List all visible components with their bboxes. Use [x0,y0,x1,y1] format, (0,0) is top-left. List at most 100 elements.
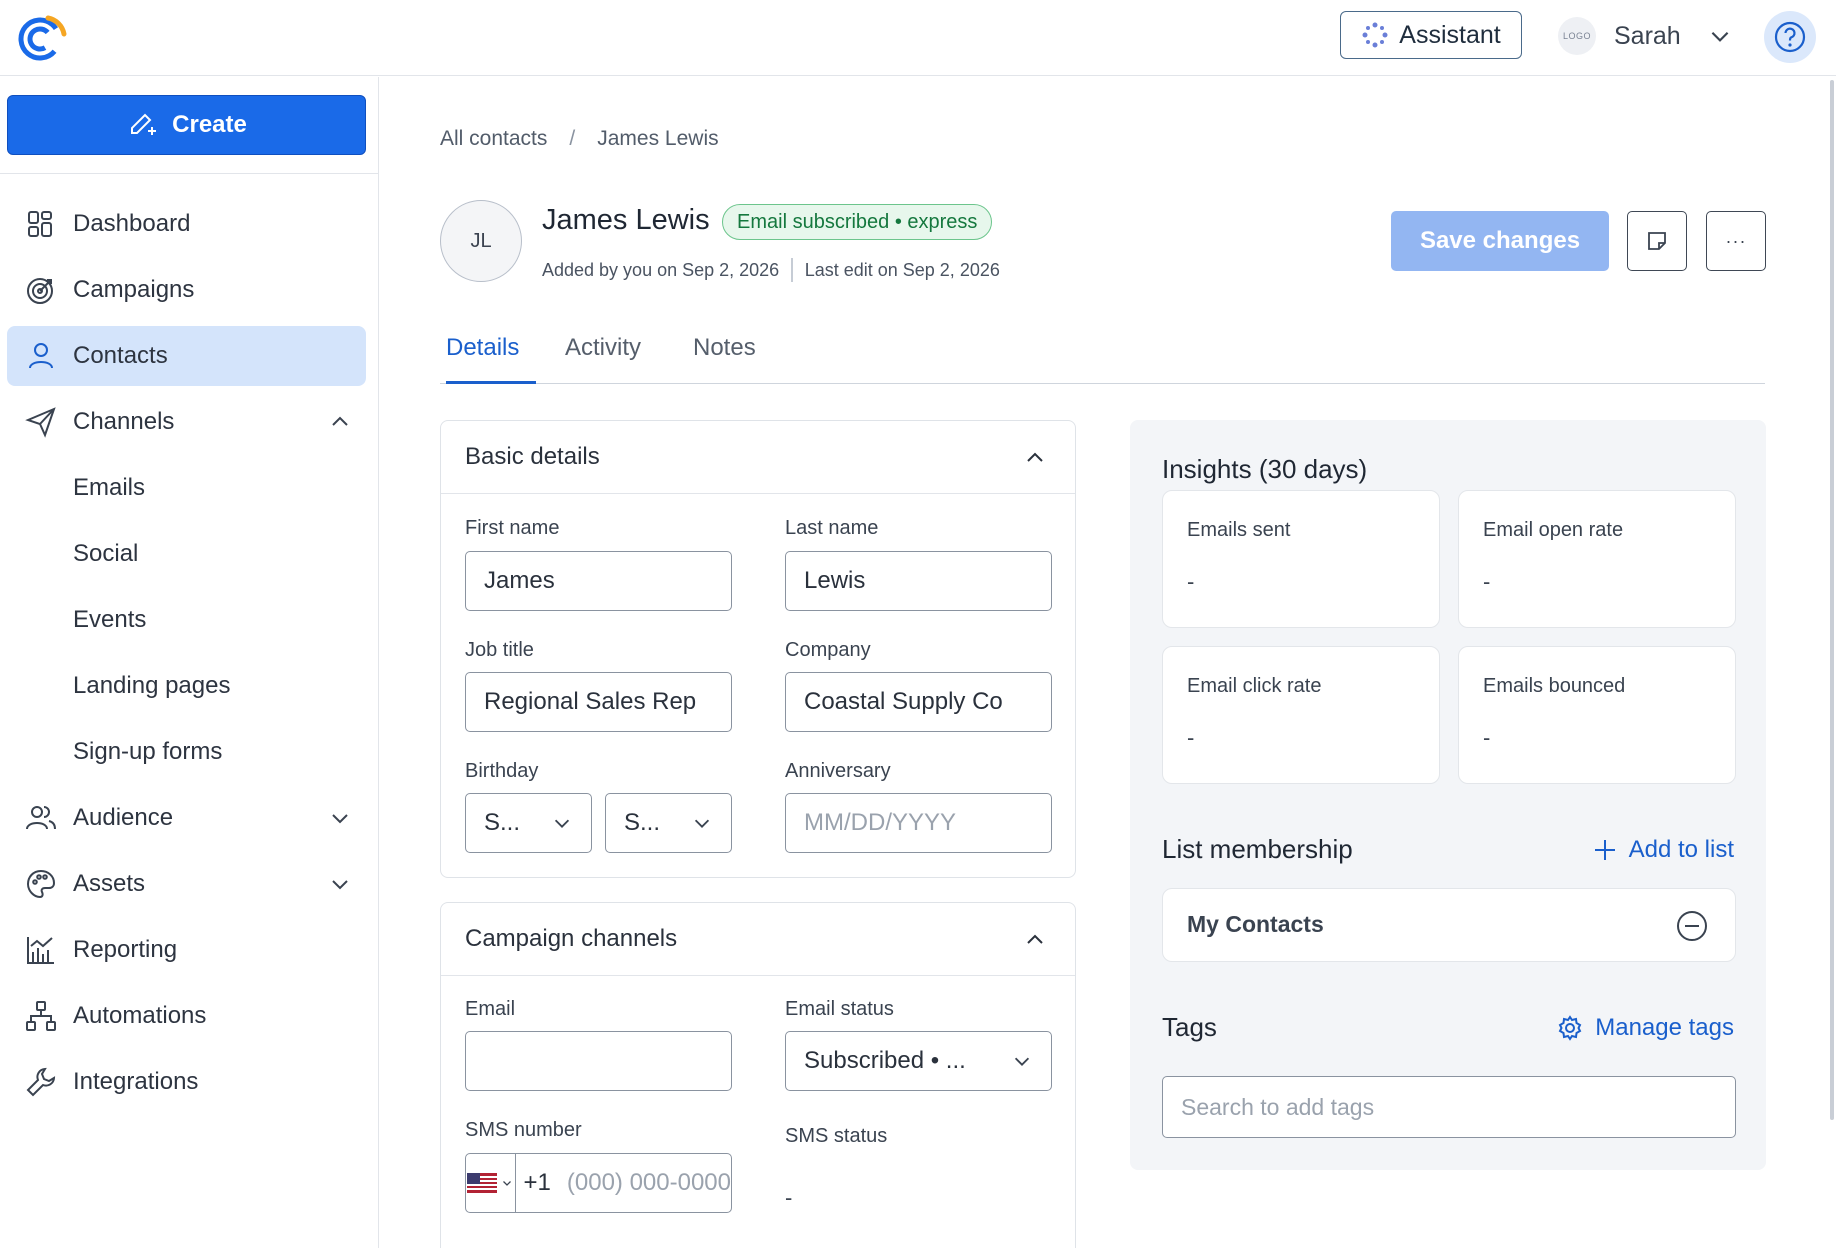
basic-details-card: Basic details First name James Last name… [440,420,1076,878]
chevron-down-icon [554,819,570,828]
last-edit-text: Last edit on Sep 2, 2026 [804,259,1000,280]
sms-status-label: SMS status [785,1125,888,1147]
remove-circle-icon[interactable] [1675,909,1709,943]
user-name: Sarah [1614,21,1681,50]
sidebar-item-channels[interactable]: Channels [7,392,366,452]
list-item: My Contacts [1162,888,1736,962]
chevron-down-icon [332,814,348,824]
more-icon: ··· [1725,230,1747,251]
sms-number-field[interactable]: +1 (000) 000-0000 [465,1153,732,1213]
breadcrumb-all-contacts[interactable]: All contacts [440,127,547,151]
campaign-channels-card: Campaign channels Email Email status Sub… [440,902,1076,1248]
breadcrumb-separator: / [569,127,576,150]
palette-icon [26,869,56,899]
country-select[interactable] [466,1154,516,1212]
wrench-icon [26,1067,56,1097]
chevron-up-icon [1027,452,1043,462]
anniversary-label: Anniversary [785,760,891,782]
basic-details-header[interactable]: Basic details [441,421,1075,494]
tags-search-input[interactable]: Search to add tags [1162,1076,1736,1138]
chart-icon [27,937,54,964]
contact-avatar: JL [440,200,522,282]
tab-notes[interactable]: Notes [693,334,756,384]
first-name-field[interactable]: James [465,551,732,611]
us-flag-icon [467,1173,498,1193]
sidebar-item-dashboard[interactable]: Dashboard [7,194,366,254]
create-button[interactable]: Create [7,95,366,155]
sidebar-item-assets[interactable]: Assets [7,854,366,914]
more-options-button[interactable]: ··· [1706,211,1766,271]
sidebar-subitem-social[interactable]: Social [7,524,366,584]
campaign-channels-title: Campaign channels [465,925,678,952]
birthday-month-select[interactable]: S... [465,793,592,853]
sidebar-item-automations[interactable]: Automations [7,986,366,1046]
send-icon [25,407,56,438]
list-membership-title: List membership [1162,834,1353,864]
pencil-plus-icon [131,113,157,135]
chevron-down-icon [1711,31,1729,42]
sms-number-placeholder: (000) 000-0000 [566,1169,731,1196]
sms-number-label: SMS number [465,1119,582,1141]
last-name-field[interactable]: Lewis [785,551,1052,611]
manage-tags-link[interactable]: Manage tags [1557,1014,1734,1042]
added-by-text: Added by you on Sep 2, 2026 [542,259,780,280]
chevron-up-icon [1027,934,1043,944]
sidebar-nav: Dashboard Campaigns Contacts Channels Em… [7,194,366,1118]
birthday-label: Birthday [465,760,539,782]
tags-title: Tags [1162,1012,1217,1042]
target-icon [27,278,53,304]
brand-logo-icon[interactable] [18,12,68,62]
assistant-button[interactable]: Assistant [1340,11,1522,59]
company-label: Company [785,639,871,661]
save-changes-button[interactable]: Save changes [1391,211,1609,271]
stat-card: Email open rate - [1458,490,1736,628]
tab-details[interactable]: Details [446,334,536,384]
birthday-day-select[interactable]: S... [605,793,732,853]
sidebar-item-reporting[interactable]: Reporting [7,920,366,980]
chevron-down-icon [332,880,348,890]
help-button[interactable] [1764,11,1816,63]
user-logo: LOGO [1558,17,1596,55]
sidebar-divider [0,173,379,174]
sidebar-subitem-signup-forms[interactable]: Sign-up forms [7,722,366,782]
last-name-label: Last name [785,517,879,539]
breadcrumb-current: James Lewis [597,127,719,150]
sparkle-icon [1362,22,1388,48]
sidebar-item-audience[interactable]: Audience [7,788,366,848]
assistant-label: Assistant [1399,20,1501,49]
sidebar-item-campaigns[interactable]: Campaigns [7,260,366,320]
sidebar-subitem-events[interactable]: Events [7,590,366,650]
company-field[interactable]: Coastal Supply Co [785,672,1052,732]
sidebar-item-contacts[interactable]: Contacts [7,326,366,386]
chevron-down-icon [503,1181,512,1186]
dashboard-icon [28,211,52,237]
contact-meta: Added by you on Sep 2, 2026 Last edit on… [542,258,1000,282]
email-field[interactable] [465,1031,732,1091]
job-title-field[interactable]: Regional Sales Rep [465,672,732,732]
page-scrollbar[interactable] [1830,80,1834,1120]
stat-card: Email click rate - [1162,646,1440,784]
tabs: Details Activity Notes [440,330,1765,384]
status-badge: Email subscribed • express [722,204,993,240]
campaign-channels-header[interactable]: Campaign channels [441,903,1075,976]
top-bar: Assistant LOGO Sarah [0,0,1836,76]
user-menu[interactable]: LOGO Sarah [1558,14,1733,58]
notes-button[interactable] [1627,211,1687,271]
breadcrumb: All contacts / James Lewis [440,127,719,151]
insights-title: Insights (30 days) [1162,454,1368,484]
plus-icon [1594,840,1615,860]
sidebar-subitem-emails[interactable]: Emails [7,458,366,518]
contact-name: James Lewis [542,204,710,236]
tab-activity[interactable]: Activity [565,334,641,384]
meta-divider [791,258,793,282]
job-title-label: Job title [465,639,534,661]
chevron-down-icon [694,819,710,828]
sidebar-item-integrations[interactable]: Integrations [7,1052,366,1112]
sidebar-subitem-landing-pages[interactable]: Landing pages [7,656,366,716]
add-to-list-link[interactable]: Add to list [1593,836,1734,864]
flow-icon [26,1001,56,1031]
sms-country-code: +1 [523,1169,551,1196]
anniversary-field[interactable]: MM/DD/YYYY [785,793,1052,853]
email-status-select[interactable]: Subscribed • ... [785,1031,1052,1091]
sidebar: Create Dashboard Campaigns Contacts Chan… [0,77,379,1248]
